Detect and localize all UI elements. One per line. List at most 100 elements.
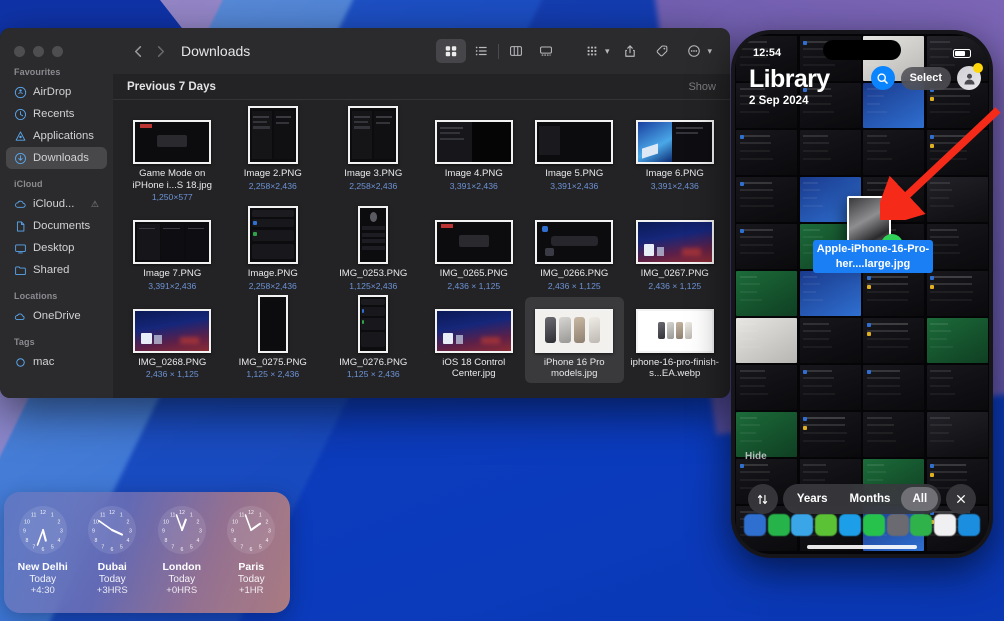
file-item[interactable]: IMG_0253.PNG1,125×2,436 (324, 208, 423, 293)
sort-arrows-icon[interactable] (748, 484, 778, 514)
timeline-option-all[interactable]: All (901, 487, 938, 511)
file-item[interactable]: IMG_0275.PNG1,125 × 2,436 (224, 297, 323, 383)
view-mode-group[interactable] (436, 39, 561, 63)
close-window-button[interactable] (14, 46, 25, 57)
world-clock-widget[interactable]: 121234567891011New DelhiToday+4:30121234… (4, 492, 290, 613)
file-item[interactable]: Image 3.PNG2,258×2,436 (324, 108, 423, 204)
icon-view-icon[interactable] (436, 39, 466, 63)
file-thumbnail[interactable] (258, 295, 288, 353)
photo-thumbnail[interactable] (736, 224, 797, 269)
photo-thumbnail[interactable] (863, 365, 924, 410)
window-traffic-lights[interactable] (0, 34, 113, 57)
column-view-icon[interactable] (501, 39, 531, 63)
photo-library-grid[interactable] (735, 34, 989, 554)
photo-thumbnail[interactable] (927, 130, 988, 175)
file-thumbnail[interactable] (435, 309, 513, 353)
photo-thumbnail[interactable] (927, 224, 988, 269)
chevron-down-icon[interactable]: ▾ (605, 46, 610, 57)
file-item[interactable]: IMG_0265.PNG2,436 × 1,125 (425, 208, 524, 293)
file-thumbnail[interactable] (636, 309, 714, 353)
file-thumbnail[interactable] (535, 309, 613, 353)
dock-app-icon[interactable] (887, 514, 909, 536)
zoom-window-button[interactable] (52, 46, 63, 57)
sidebar-item-applications[interactable]: Applications (6, 125, 107, 147)
finder-window[interactable]: FavouritesAirDropRecentsApplicationsDown… (0, 28, 730, 398)
file-item[interactable]: IMG_0268.PNG2,436 × 1,125 (123, 297, 222, 383)
search-icon[interactable] (871, 66, 895, 90)
file-thumbnail[interactable] (535, 120, 613, 164)
list-view-icon[interactable] (466, 39, 496, 63)
tag-icon[interactable] (647, 39, 677, 63)
file-item[interactable]: Image 4.PNG3,391×2,436 (425, 108, 524, 204)
file-thumbnail[interactable] (348, 106, 398, 164)
sidebar-item-shared[interactable]: Shared (6, 259, 107, 281)
forward-button[interactable] (149, 40, 171, 62)
photo-thumbnail[interactable] (800, 271, 861, 316)
clock-dubai[interactable]: 121234567891011DubaiToday+3HRS (79, 504, 145, 596)
file-thumbnail[interactable] (435, 120, 513, 164)
photo-thumbnail[interactable] (736, 130, 797, 175)
more-chevron-down-icon[interactable]: ▾ (707, 46, 712, 57)
sidebar-item-recents[interactable]: Recents (6, 103, 107, 125)
dock-app-icon[interactable] (768, 514, 790, 536)
file-item[interactable]: IMG_0267.PNG2,436 × 1,125 (626, 208, 725, 293)
photo-thumbnail[interactable] (863, 412, 924, 457)
file-item[interactable]: iPhone 16 Pro models.jpg (525, 297, 624, 383)
photo-thumbnail[interactable] (800, 412, 861, 457)
file-item[interactable]: IMG_0266.PNG2,436 × 1,125 (525, 208, 624, 293)
dock-app-icon[interactable] (815, 514, 837, 536)
file-thumbnail[interactable] (133, 220, 211, 264)
file-item[interactable]: Game Mode on iPHone i...S 18.jpg1,250×57… (123, 108, 222, 204)
file-thumbnail[interactable] (535, 220, 613, 264)
timeline-option-months[interactable]: Months (839, 487, 902, 511)
photo-thumbnail[interactable] (927, 318, 988, 363)
file-item[interactable]: iphone-16-pro-finish-s...EA.webp (626, 297, 725, 383)
file-item[interactable]: Image 7.PNG3,391×2,436 (123, 208, 222, 293)
dock-app-icon[interactable] (863, 514, 885, 536)
sidebar-item-documents[interactable]: Documents (6, 215, 107, 237)
file-thumbnail[interactable] (248, 206, 298, 264)
app-dock-row[interactable] (735, 510, 989, 540)
iphone-mockup[interactable]: 12:54 Library 2 Sep 2024 Select + Apple-… (731, 30, 993, 558)
sidebar-item-icloud[interactable]: iCloud...⚠ (6, 193, 107, 215)
file-thumbnail[interactable] (435, 220, 513, 264)
file-item[interactable]: IMG_0276.PNG1,125 × 2,436 (324, 297, 423, 383)
photo-thumbnail[interactable] (800, 130, 861, 175)
dock-app-icon[interactable] (839, 514, 861, 536)
minimize-window-button[interactable] (33, 46, 44, 57)
file-thumbnail[interactable] (636, 120, 714, 164)
group-show-link[interactable]: Show (688, 81, 716, 93)
photo-thumbnail[interactable] (736, 271, 797, 316)
file-item[interactable]: Image 2.PNG2,258×2,436 (224, 108, 323, 204)
sidebar-item-onedrive[interactable]: OneDrive (6, 305, 107, 327)
photo-thumbnail[interactable] (736, 177, 797, 222)
photo-thumbnail[interactable] (800, 318, 861, 363)
photo-thumbnail[interactable] (863, 130, 924, 175)
sidebar-item-downloads[interactable]: Downloads (6, 147, 107, 169)
avatar-icon[interactable] (957, 66, 981, 90)
clock-paris[interactable]: 121234567891011ParisToday+1HR (218, 504, 284, 596)
photo-thumbnail[interactable] (800, 365, 861, 410)
sidebar-item-desktop[interactable]: Desktop (6, 237, 107, 259)
dock-app-icon[interactable] (934, 514, 956, 536)
sidebar-item-airdrop[interactable]: AirDrop (6, 81, 107, 103)
file-thumbnail[interactable] (636, 220, 714, 264)
back-button[interactable] (127, 40, 149, 62)
photo-thumbnail[interactable] (927, 365, 988, 410)
file-thumbnail[interactable] (358, 295, 388, 353)
photo-thumbnail[interactable] (863, 318, 924, 363)
group-by-icon[interactable] (577, 39, 607, 63)
close-icon[interactable] (946, 484, 976, 514)
sidebar-item-mac[interactable]: mac (6, 351, 107, 373)
file-item[interactable]: Image.PNG2,258×2,436 (224, 208, 323, 293)
dock-app-icon[interactable] (958, 514, 980, 536)
file-thumbnail[interactable] (133, 309, 211, 353)
file-thumbnail[interactable] (133, 120, 211, 164)
file-thumbnail[interactable] (248, 106, 298, 164)
select-button[interactable]: Select (901, 67, 951, 90)
timeline-segmented-control[interactable]: YearsMonthsAll (783, 484, 941, 514)
photo-thumbnail[interactable] (927, 177, 988, 222)
clock-new-delhi[interactable]: 121234567891011New DelhiToday+4:30 (10, 504, 76, 596)
photo-thumbnail[interactable] (927, 271, 988, 316)
file-item[interactable]: Image 6.PNG3,391×2,436 (626, 108, 725, 204)
